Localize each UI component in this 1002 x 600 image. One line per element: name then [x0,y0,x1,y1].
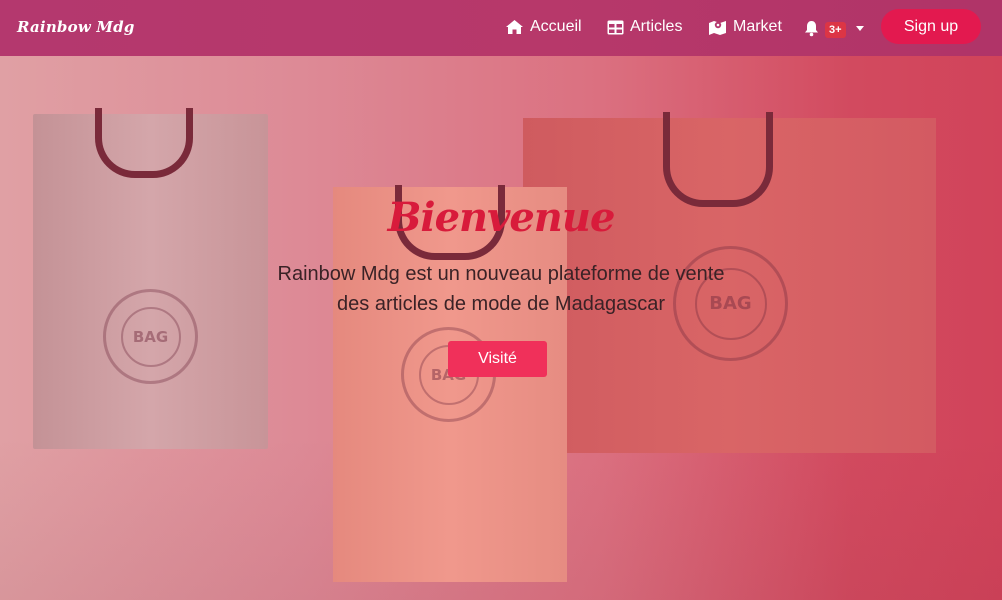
home-icon [505,19,524,35]
map-icon [708,19,727,36]
nav-home-label: Accueil [530,18,582,35]
brand-logo[interactable]: Rainbow Mdg [17,18,135,36]
notification-badge: 3+ [825,22,846,38]
hero-section: BAG BAG BAG Bienvenue Rainbow Mdg est un… [0,56,1002,600]
bell-icon [804,20,819,37]
hero-description: Rainbow Mdg est un nouveau plateforme de… [277,263,725,315]
bag-stamp-logo: BAG [120,306,181,367]
shopping-bag-image-left: BAG [33,108,268,449]
nav-articles-link[interactable]: Articles [607,16,682,38]
bag-handle [95,108,193,178]
nav-articles-label: Articles [630,18,683,35]
nav-market-link[interactable]: Market [708,16,782,38]
notifications-dropdown[interactable]: 3+ [804,17,864,39]
caret-down-icon [855,25,864,31]
nav-market-label: Market [733,18,782,35]
signup-button[interactable]: Sign up [881,9,981,44]
visit-button[interactable]: Visité [448,341,547,377]
nav-home-link[interactable]: Accueil [505,16,582,38]
bag-handle [663,112,773,207]
shopping-bag-image-center: BAG [333,185,567,582]
hero-title: Bienvenue [387,194,616,241]
table-icon [607,20,624,35]
bag-stamp: BAG [103,289,198,384]
navbar: Rainbow Mdg Accueil Articles Market 3+ S… [0,0,1002,56]
